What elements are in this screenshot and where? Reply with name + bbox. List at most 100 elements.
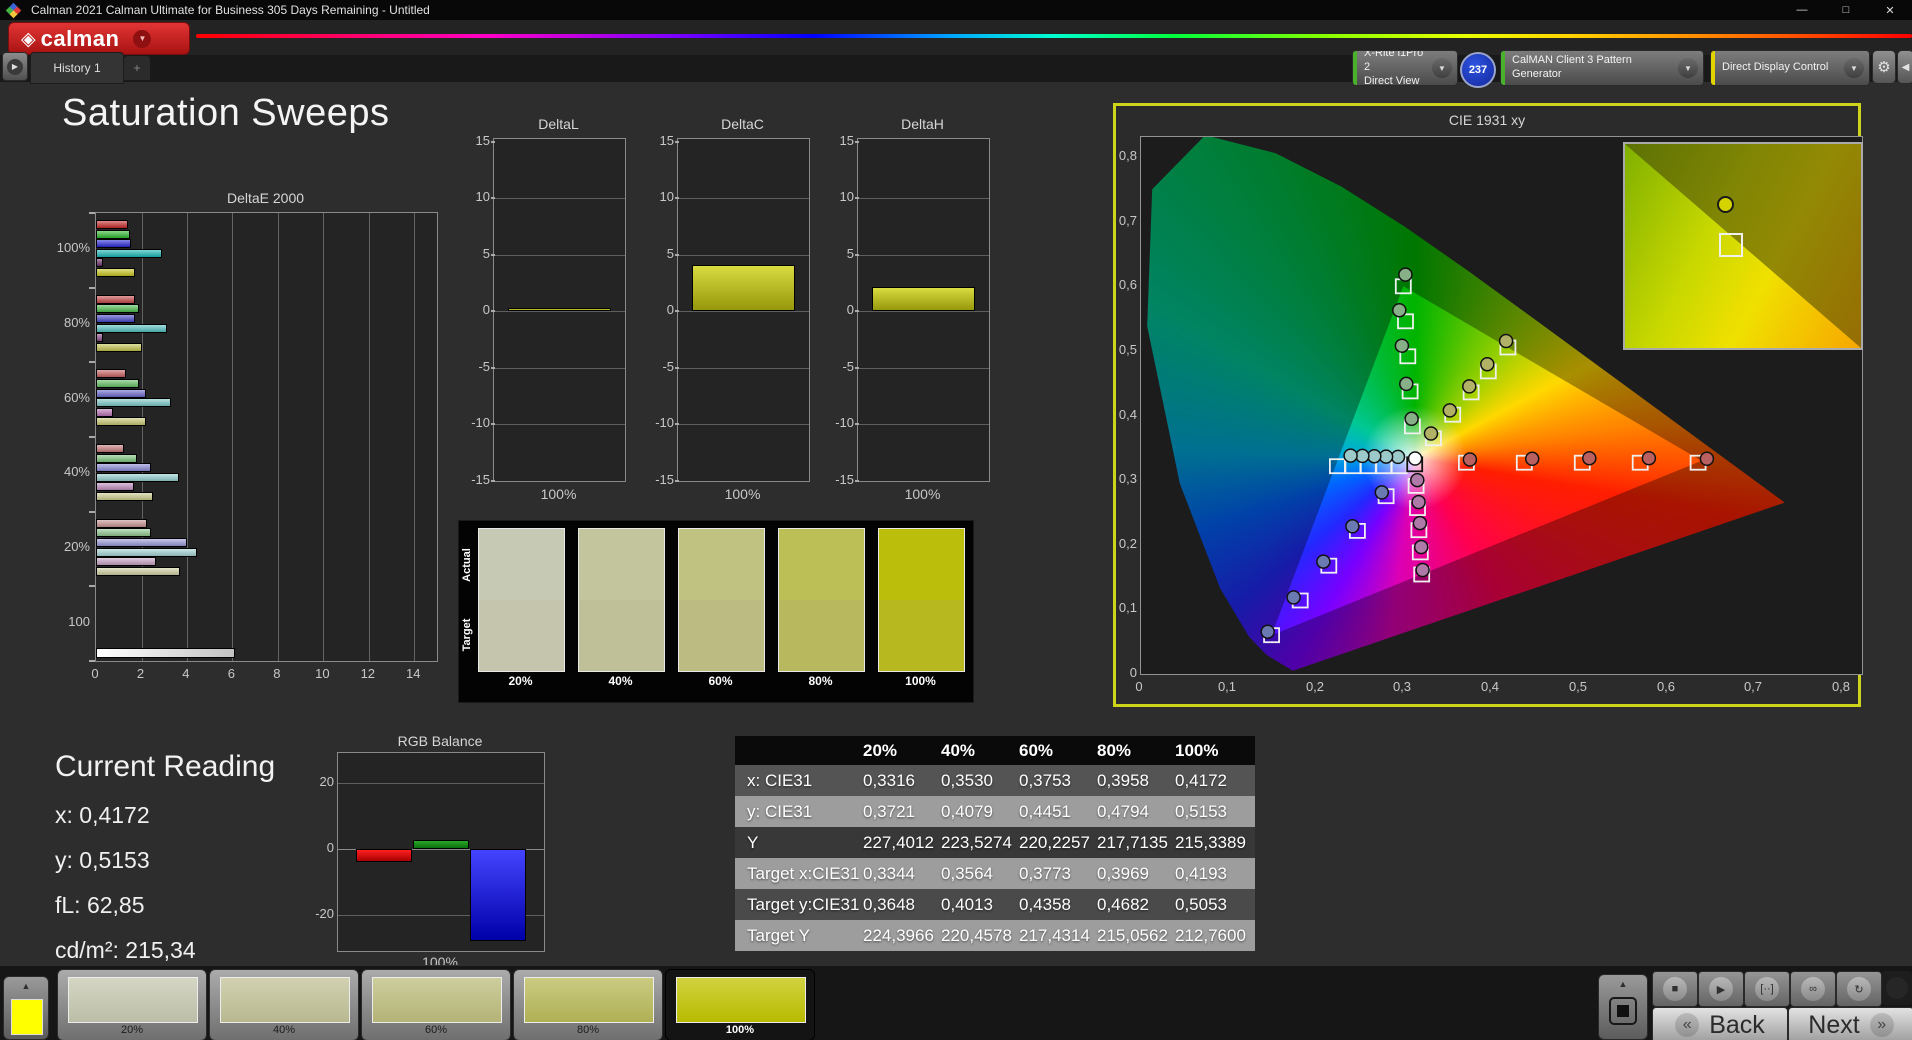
gridline bbox=[414, 213, 416, 661]
target-row-label: Target bbox=[461, 618, 473, 652]
chevron-down-icon[interactable]: ▼ bbox=[1844, 58, 1864, 78]
display-control-button[interactable]: Direct Display Control ▼ bbox=[1710, 50, 1870, 86]
axis-tick-mark bbox=[89, 660, 95, 662]
axis-tick-mark bbox=[855, 253, 859, 256]
table-cell: 0,4079 bbox=[941, 801, 993, 821]
y-axis-tick: -5 bbox=[478, 358, 490, 374]
close-button[interactable]: ✕ bbox=[1868, 0, 1912, 20]
pattern-color-chip bbox=[524, 977, 654, 1023]
deltae-bar-40%-3 bbox=[96, 472, 179, 482]
table-cell: 215,3389 bbox=[1175, 832, 1246, 852]
back-button[interactable]: « Back bbox=[1652, 1007, 1788, 1040]
rainbow-divider bbox=[196, 34, 1912, 38]
chevron-down-icon[interactable]: ▼ bbox=[133, 29, 152, 48]
plot-area bbox=[857, 138, 990, 482]
add-tab-button[interactable]: + bbox=[124, 56, 150, 80]
axis-tick-mark bbox=[675, 140, 679, 143]
deltae-bar-60%-2 bbox=[96, 388, 146, 398]
pattern-button-40%[interactable]: 40% bbox=[209, 969, 359, 1040]
table-cell: 0,5153 bbox=[1175, 801, 1227, 821]
cie-1931-panel: CIE 1931 xy 0 0,1 0,2 0,3 0,4 0,5 0,6 0,7 0,8 0,8… bbox=[1113, 103, 1863, 707]
play-button[interactable]: ▶ bbox=[1698, 971, 1744, 1007]
axis-tick-mark bbox=[491, 423, 495, 425]
y-axis-tick: -5 bbox=[842, 358, 854, 374]
color-comparator-panel: Actual Target 20% 40% 60% 80% 100% bbox=[458, 520, 974, 703]
y-axis-tick: 15 bbox=[659, 132, 674, 148]
y-axis-tick: -10 bbox=[655, 415, 674, 430]
y-axis-tick: 10 bbox=[839, 189, 854, 204]
pattern-color-chip bbox=[220, 977, 350, 1023]
pattern-button-60%[interactable]: 60% bbox=[361, 969, 511, 1040]
table-cell: 217,4314 bbox=[1019, 925, 1090, 945]
actual-color bbox=[479, 529, 564, 600]
axis-tick-mark bbox=[491, 140, 495, 143]
y-axis-tick: -15 bbox=[835, 471, 854, 487]
collapse-panel-button[interactable]: ◀ bbox=[1897, 50, 1912, 84]
deltac-title: DeltaC bbox=[721, 116, 764, 132]
deltae-plot-area bbox=[95, 212, 438, 662]
pattern-label: 100% bbox=[725, 1024, 755, 1036]
y-axis-tick: 0 bbox=[326, 840, 334, 855]
calman-menu-button[interactable]: ◈ calman ▼ bbox=[8, 22, 190, 55]
settings-button[interactable]: ⚙ bbox=[1872, 50, 1896, 84]
deltae-bar-40%-2 bbox=[96, 463, 151, 473]
measure-series-button[interactable]: [··] bbox=[1744, 971, 1790, 1007]
title-bar: Calman 2021 Calman Ultimate for Business… bbox=[0, 0, 1912, 20]
tab-scroll-button[interactable]: ▶ bbox=[2, 52, 28, 81]
meter-select-button[interactable]: X-Rite i1Pro 2 Direct View ▼ bbox=[1352, 50, 1458, 86]
gridline bbox=[494, 198, 625, 199]
pattern-label: 60% bbox=[424, 1024, 448, 1036]
next-button[interactable]: Next » bbox=[1788, 1007, 1912, 1040]
stop-button[interactable]: ■ bbox=[1652, 971, 1698, 1007]
pattern-button-20%[interactable]: 20% bbox=[57, 969, 207, 1040]
pattern-button-100%[interactable]: 100% bbox=[665, 969, 815, 1040]
double-chevron-left-icon: « bbox=[1675, 1013, 1700, 1037]
deltah-title: DeltaH bbox=[901, 116, 944, 132]
deltae-luminance-bar bbox=[96, 648, 235, 659]
axis-tick-mark bbox=[491, 310, 495, 312]
pattern-bar: ▲ 20% 40% 60% 80% 100% ▲ ■ ▶ [··] ∞ ↻ « Back Nex… bbox=[0, 965, 1912, 1040]
cie-y-tick: 0,1 bbox=[1118, 600, 1137, 615]
continuous-measure-button[interactable]: ∞ bbox=[1790, 971, 1836, 1007]
target-color bbox=[779, 600, 864, 671]
current-pattern-button[interactable]: ▲ bbox=[3, 976, 49, 1040]
source-select-button[interactable]: CalMAN Client 3 Pattern Generator ▼ bbox=[1500, 50, 1704, 86]
table-cell: 0,4172 bbox=[1175, 770, 1227, 790]
deltae-bar-20%-5 bbox=[96, 566, 181, 576]
gridline bbox=[368, 213, 370, 661]
deltae-bar-40%-4 bbox=[96, 482, 134, 492]
gridline bbox=[858, 367, 989, 369]
tab-history-1[interactable]: History 1 bbox=[30, 52, 124, 84]
y-axis-tick: 5 bbox=[482, 245, 490, 261]
axis-tick-mark bbox=[491, 479, 495, 482]
maximize-button[interactable]: □ bbox=[1824, 0, 1868, 20]
pattern-window-controls[interactable]: ▲ bbox=[1598, 974, 1648, 1040]
deltae-bar-60%-4 bbox=[96, 407, 114, 417]
deltal-chart: DeltaL 15 10 5 0 -5 -10 -15 100% bbox=[468, 110, 638, 510]
dark-circle-icon bbox=[1886, 977, 1908, 999]
row-label: Target Y bbox=[747, 925, 811, 945]
minimize-button[interactable]: — bbox=[1780, 0, 1824, 20]
table-cell: 0,3969 bbox=[1097, 863, 1149, 883]
comparator-swatch-80% bbox=[778, 528, 865, 672]
x-axis-tick: 4 bbox=[182, 666, 190, 681]
axis-tick-mark bbox=[855, 423, 859, 425]
gridline bbox=[494, 254, 625, 256]
cie-y-tick: 0,3 bbox=[1118, 471, 1137, 486]
x-axis-tick: 6 bbox=[227, 666, 235, 681]
loop-button[interactable]: ↻ bbox=[1836, 971, 1882, 1007]
gear-icon: ⚙ bbox=[1877, 59, 1891, 76]
chevron-down-icon[interactable]: ▼ bbox=[1678, 58, 1698, 78]
gridline bbox=[678, 367, 809, 369]
chevron-down-icon[interactable]: ▼ bbox=[1432, 58, 1452, 78]
swatch-label: 100% bbox=[905, 674, 936, 688]
deltae2000-chart-title: DeltaE 2000 bbox=[226, 190, 305, 206]
table-cell: 0,4794 bbox=[1097, 801, 1149, 821]
gridline bbox=[858, 254, 989, 256]
row-label: Target x:CIE31 bbox=[747, 863, 860, 883]
stop-icon: ■ bbox=[1663, 977, 1687, 1001]
deltae-bar-20%-3 bbox=[96, 547, 198, 557]
play-icon: ▶ bbox=[1709, 977, 1733, 1001]
pattern-button-80%[interactable]: 80% bbox=[513, 969, 663, 1040]
comparator-swatch-60% bbox=[678, 528, 765, 672]
